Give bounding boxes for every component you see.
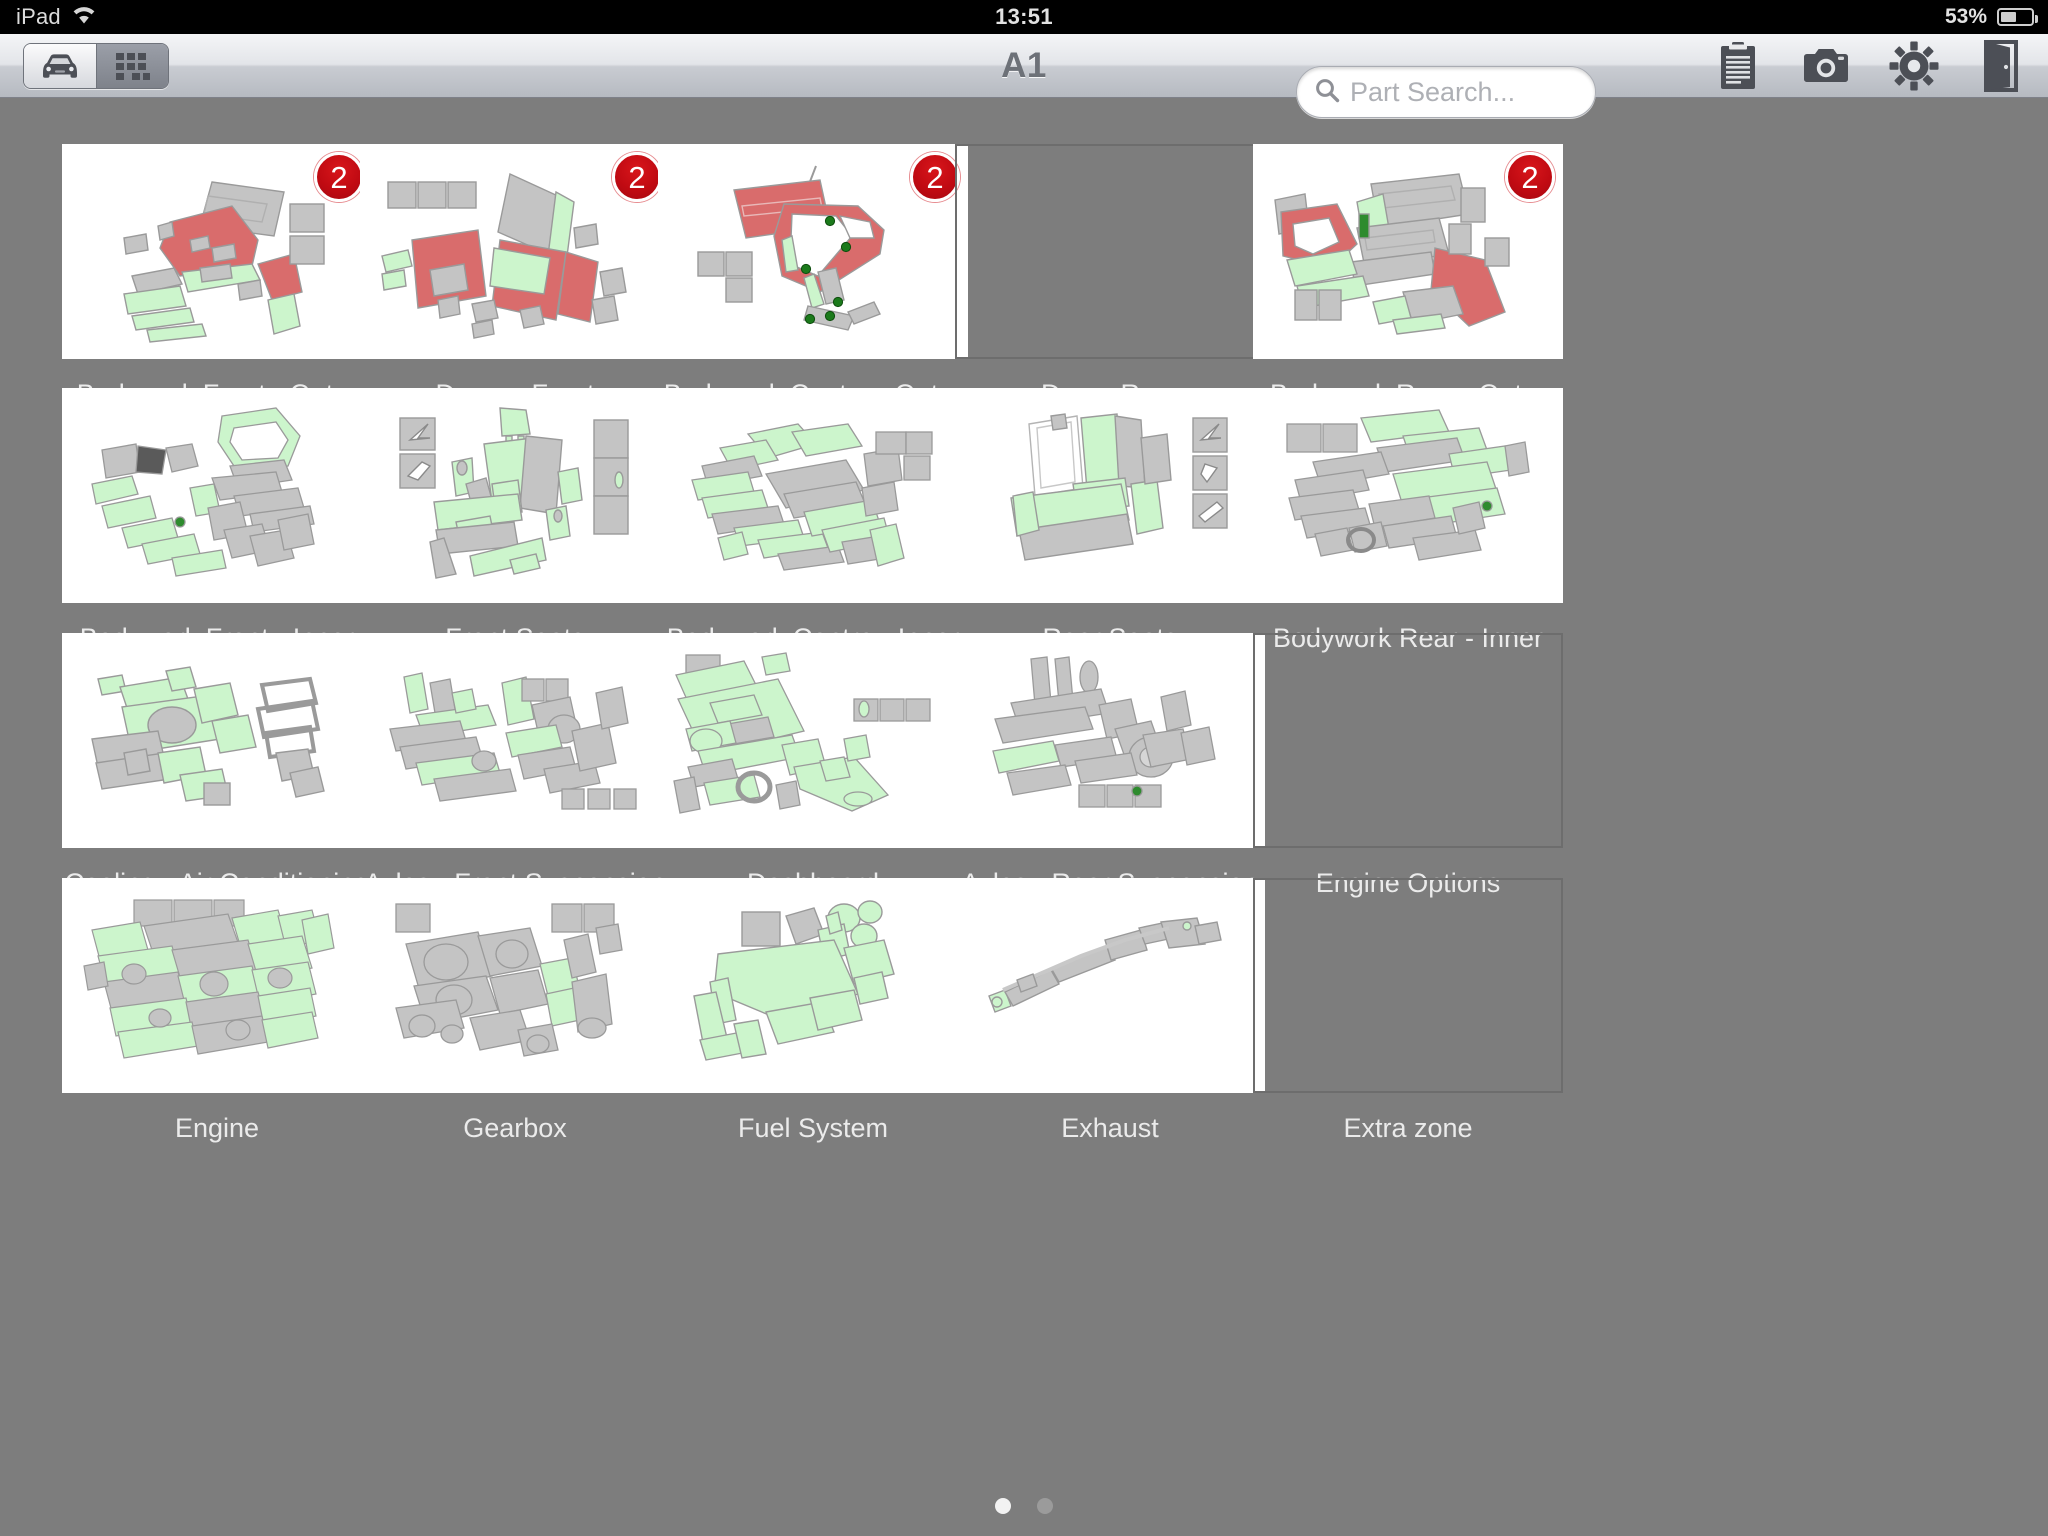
zone-tile[interactable]: Cooling - Air Conditioning <box>62 633 372 899</box>
zone-thumbnail-empty[interactable] <box>1253 633 1563 848</box>
zone-tile[interactable]: Fuel System <box>658 878 968 1144</box>
zone-label: Gearbox <box>463 1113 567 1143</box>
zone-artwork-bodywork-front-inner <box>91 407 315 577</box>
zone-label: Exhaust <box>1061 1113 1159 1143</box>
zone-artwork-axles-front-suspension <box>389 672 637 810</box>
battery-icon <box>1997 8 2038 26</box>
zone-thumbnail[interactable] <box>955 878 1265 1093</box>
gear-icon[interactable] <box>1886 38 1942 94</box>
zones-grid: 2 Bodywork Front - Outer <box>0 98 2048 1536</box>
zone-tile[interactable]: Bodywork Rear - Inner <box>1253 388 1563 654</box>
zone-thumbnail-empty[interactable] <box>955 144 1265 359</box>
zone-artwork-gearbox <box>395 903 623 1057</box>
status-bar-time: 13:51 <box>995 4 1053 29</box>
zone-thumbnail[interactable] <box>360 388 670 603</box>
zone-thumbnail[interactable]: 2 <box>62 144 372 359</box>
zone-thumbnail[interactable] <box>360 878 670 1093</box>
zone-thumbnail[interactable] <box>955 633 1265 848</box>
zone-artwork-front-seats <box>399 407 629 579</box>
zone-thumbnail[interactable] <box>360 633 670 848</box>
zone-thumbnail[interactable]: 2 <box>1253 144 1563 359</box>
zone-tile[interactable]: Bodywork Front - Inner <box>62 388 372 654</box>
zone-tile[interactable]: Rear Seats <box>955 388 1265 654</box>
badge-count: 2 <box>910 152 960 202</box>
zone-tile[interactable]: Front Seats <box>360 388 670 654</box>
zone-thumbnail[interactable] <box>62 388 372 603</box>
zone-label: Fuel System <box>737 1113 889 1143</box>
page-indicator[interactable] <box>0 1498 2048 1514</box>
zone-tile[interactable]: 2 Bodywork Front - Outer <box>62 144 372 410</box>
zone-artwork-bodywork-rear-inner <box>1286 409 1530 561</box>
exit-door-icon[interactable] <box>1974 38 2030 94</box>
zone-tile[interactable]: Engine <box>62 878 372 1144</box>
battery-percent-label: 53% <box>1944 5 1987 28</box>
zone-tile[interactable]: 2 Doors - Front <box>360 144 670 410</box>
zone-artwork-bodywork-centre-inner <box>691 423 933 571</box>
zone-thumbnail[interactable] <box>658 388 968 603</box>
ios-status-bar: iPad 13:51 53% <box>0 0 2048 34</box>
clipboard-icon[interactable] <box>1710 38 1766 94</box>
zone-thumbnail[interactable]: 2 <box>658 144 968 359</box>
zone-tile[interactable]: Engine Options <box>1253 633 1563 899</box>
zone-thumbnail[interactable] <box>62 878 372 1093</box>
status-bar-right: 53% <box>1944 5 2038 29</box>
zone-artwork-cooling-air-conditioning <box>91 666 325 806</box>
zone-artwork-exhaust <box>988 917 1222 1013</box>
zone-thumbnail[interactable] <box>658 633 968 848</box>
zone-tile[interactable]: Extra zone <box>1253 878 1563 1144</box>
camera-icon[interactable] <box>1798 38 1854 94</box>
zone-artwork-fuel-system <box>693 900 895 1061</box>
zone-thumbnail[interactable] <box>955 388 1265 603</box>
badge-count: 2 <box>1505 152 1555 202</box>
zone-tile[interactable]: Axles - Rear Suspension <box>955 633 1265 899</box>
zone-artwork-axles-rear-suspension <box>992 656 1216 808</box>
zone-tile[interactable]: Exhaust <box>955 878 1265 1144</box>
zone-thumbnail[interactable] <box>62 633 372 848</box>
badge-count: 2 <box>612 152 662 202</box>
page-dot-2[interactable] <box>1037 1498 1053 1514</box>
zone-artwork-dashboard <box>673 652 931 814</box>
zone-tile[interactable]: Axles - Front Suspension <box>360 633 670 899</box>
app-toolbar: A1 <box>0 34 2048 118</box>
zone-tile[interactable]: Doors Rear <box>955 144 1265 410</box>
zone-tile[interactable]: 2 Bodywork Centre - Outer <box>658 144 968 410</box>
zone-tile[interactable]: Bodywork Centre - Inner <box>658 388 968 654</box>
zone-thumbnail[interactable]: 2 <box>360 144 670 359</box>
toolbar-actions <box>1710 34 2030 98</box>
badge-count: 2 <box>314 152 364 202</box>
page-dot-1[interactable] <box>995 1498 1011 1514</box>
zone-thumbnail[interactable] <box>1253 388 1563 603</box>
zone-thumbnail[interactable] <box>658 878 968 1093</box>
zone-artwork-engine <box>83 899 335 1059</box>
zone-artwork-rear-seats <box>1010 413 1228 561</box>
zone-thumbnail-empty[interactable] <box>1253 878 1563 1093</box>
zone-tile[interactable]: 2 Bodywork Rear - Outer <box>1253 144 1563 410</box>
zone-label: Engine <box>174 1113 260 1143</box>
zone-tile[interactable]: Gearbox <box>360 878 670 1144</box>
zone-tile[interactable]: Dashboard <box>658 633 968 899</box>
zone-label: Extra zone <box>1343 1113 1473 1143</box>
